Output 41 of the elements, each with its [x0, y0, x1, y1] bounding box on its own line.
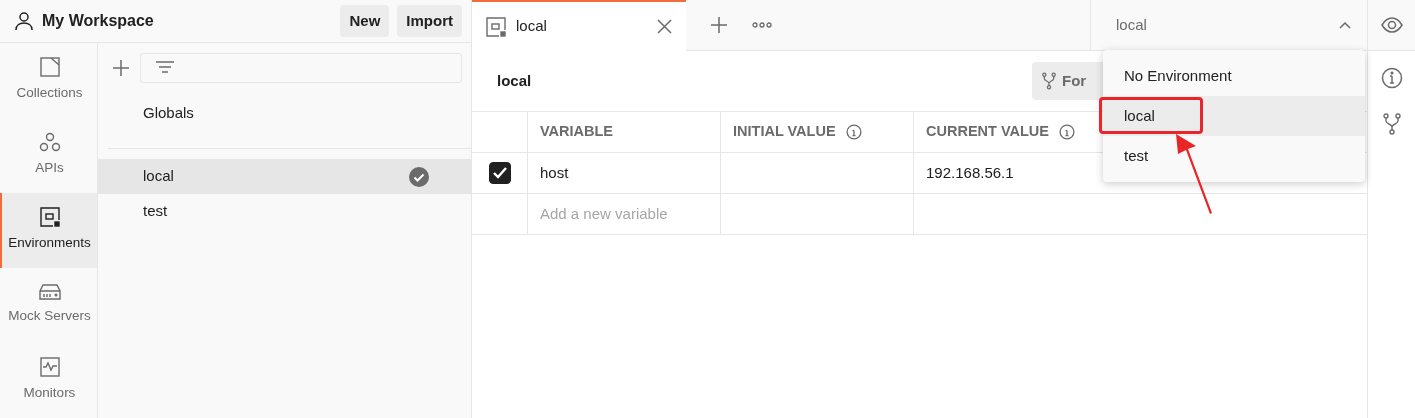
eye-icon[interactable]: [1380, 17, 1403, 33]
checkbox[interactable]: [488, 162, 511, 184]
caret-icon: [1339, 21, 1351, 29]
add-icon[interactable]: [112, 59, 130, 77]
environment-icon: [39, 207, 60, 228]
nav-item[interactable]: Mock Servers: [0, 268, 97, 343]
user-icon: [14, 11, 34, 31]
fork-icon: [1042, 72, 1056, 90]
apis-icon: [38, 132, 61, 153]
environment-item[interactable]: test: [98, 194, 471, 229]
folder-icon: [39, 57, 60, 78]
environment-title: local: [497, 70, 532, 91]
info-icon[interactable]: [845, 124, 862, 140]
environment-item[interactable]: local: [98, 159, 471, 194]
table-cell[interactable]: host: [540, 161, 569, 185]
menu-item[interactable]: test: [1103, 136, 1365, 176]
nav-item[interactable]: Collections: [0, 43, 97, 118]
environment-icon: [486, 16, 506, 37]
column-header: CURRENT VALUE: [926, 122, 1049, 142]
filter-icon: [155, 60, 175, 76]
table-cell[interactable]: 192.168.56.1: [926, 161, 1014, 185]
workspace-button[interactable]: New: [340, 4, 390, 38]
column-header: VARIABLE: [540, 122, 614, 142]
nav-item[interactable]: APIs: [0, 118, 97, 193]
nav-item[interactable]: Monitors: [0, 343, 97, 418]
workspace-title[interactable]: My Workspace: [42, 9, 333, 33]
check-icon: [492, 167, 507, 179]
tab[interactable]: local: [472, 0, 686, 51]
filter-field[interactable]: [140, 53, 462, 83]
info-icon[interactable]: [1380, 67, 1403, 89]
monitor-icon: [39, 357, 60, 378]
server-icon: [38, 284, 61, 301]
globals-item[interactable]: Globals: [108, 83, 471, 149]
more-icon[interactable]: [752, 21, 772, 29]
info-icon[interactable]: [1059, 124, 1075, 140]
workspace-button[interactable]: Import: [397, 4, 462, 38]
fork-icon[interactable]: [1382, 113, 1401, 135]
column-header: INITIAL VALUE: [733, 122, 836, 142]
close-icon[interactable]: [657, 19, 672, 34]
nav-item[interactable]: Environments: [0, 193, 97, 268]
add-tab-icon[interactable]: [710, 16, 728, 34]
